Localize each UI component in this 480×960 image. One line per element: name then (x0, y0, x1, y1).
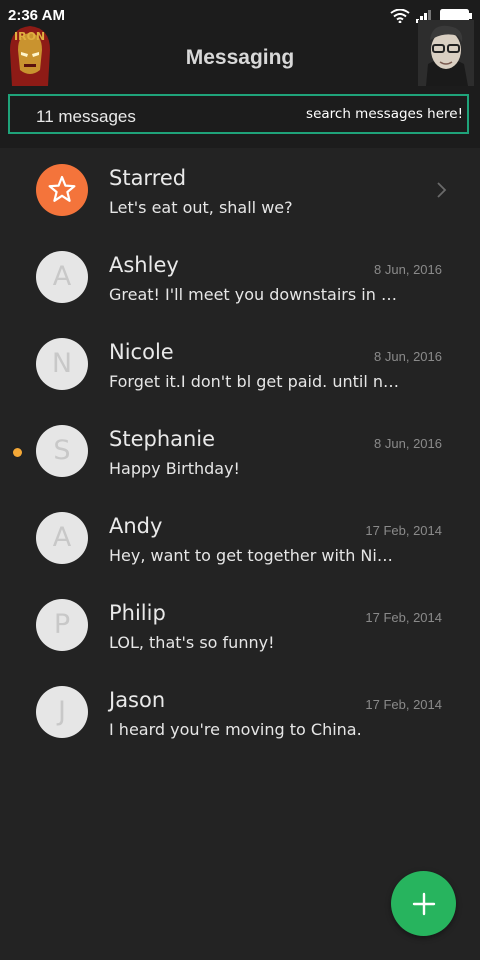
conversation-row[interactable]: A Ashley 8 Jun, 2016 Great! I'll meet yo… (0, 235, 480, 322)
wifi-icon (390, 9, 410, 23)
conversation-preview: Hey, want to get together with Nic… (109, 546, 399, 565)
plus-icon (412, 892, 435, 915)
conversation-row[interactable]: N Nicole 8 Jun, 2016 Forget it.I don't b… (0, 322, 480, 409)
search-box[interactable]: 11 messages (8, 94, 469, 134)
conversation-date: 17 Feb, 2014 (365, 697, 442, 712)
contact-avatar: A (36, 251, 88, 303)
app-title: Messaging (185, 46, 295, 69)
contact-avatar: P (36, 599, 88, 651)
chevron-right-icon (437, 182, 447, 198)
conversation-name: Starred (109, 166, 187, 190)
top-bar: 2:36 AM IRON Messaging 11 messages searc… (0, 0, 480, 148)
star-icon (48, 175, 76, 202)
message-count: 11 messages (36, 107, 136, 126)
conversation-preview: I heard you're moving to China. (109, 720, 362, 739)
conversation-preview: Forget it.I don't bl get paid. until ne… (109, 372, 399, 391)
conversation-row[interactable]: J Jason 17 Feb, 2014 I heard you're movi… (0, 670, 480, 757)
contact-avatar: N (36, 338, 88, 390)
conversation-row[interactable]: A Andy 17 Feb, 2014 Hey, want to get tog… (0, 496, 480, 583)
unread-indicator (13, 448, 22, 457)
conversation-name: Philip (109, 601, 166, 625)
conversation-date: 8 Jun, 2016 (374, 436, 442, 451)
contact-avatar: A (36, 512, 88, 564)
conversation-date: 17 Feb, 2014 (365, 610, 442, 625)
conversation-name: Andy (109, 514, 163, 538)
conversation-name: Jason (109, 688, 166, 712)
conversation-row[interactable]: P Philip 17 Feb, 2014 LOL, that's so fun… (0, 583, 480, 670)
conversation-preview: Great! I'll meet you downstairs in te… (109, 285, 399, 304)
conversation-date: 8 Jun, 2016 (374, 349, 442, 364)
conversation-date: 8 Jun, 2016 (374, 262, 442, 277)
conversation-date: 17 Feb, 2014 (365, 523, 442, 538)
conversation-name: Nicole (109, 340, 174, 364)
conversation-name: Stephanie (109, 427, 216, 451)
conversation-preview: LOL, that's so funny! (109, 633, 275, 652)
search-input[interactable] (223, 103, 463, 125)
conversation-preview: Happy Birthday! (109, 459, 240, 478)
conversation-list: Starred Let's eat out, shall we? A Ashle… (0, 148, 480, 757)
contact-avatar: J (36, 686, 88, 738)
starred-avatar (36, 164, 88, 216)
conversation-row[interactable]: S Stephanie 8 Jun, 2016 Happy Birthday! (0, 409, 480, 496)
user-avatar-icon[interactable] (418, 20, 474, 86)
conversation-row-starred[interactable]: Starred Let's eat out, shall we? (0, 148, 480, 235)
contact-avatar: S (36, 425, 88, 477)
compose-button[interactable] (391, 871, 456, 936)
conversation-name: Ashley (109, 253, 179, 277)
svg-text:IRON: IRON (14, 30, 45, 43)
conversation-preview: Let's eat out, shall we? (109, 198, 293, 217)
